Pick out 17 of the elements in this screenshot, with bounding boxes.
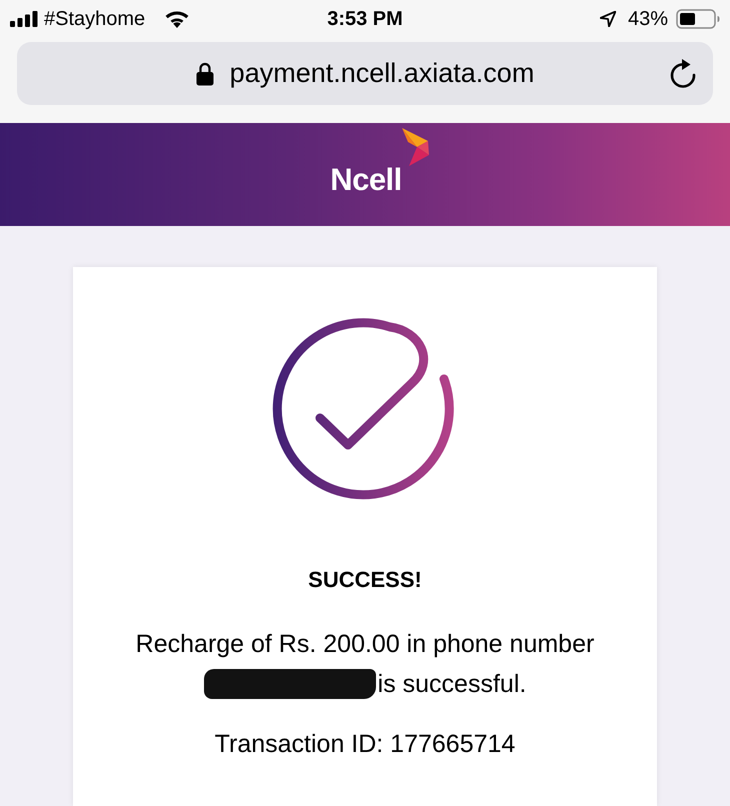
url-text: payment.ncell.axiata.com xyxy=(230,58,534,89)
logo-text: Ncell xyxy=(330,162,402,198)
recharge-message: Recharge of Rs. 200.00 in phone number xyxy=(136,629,594,660)
success-title: SUCCESS! xyxy=(308,567,422,593)
signal-icon xyxy=(10,11,38,27)
address-bar[interactable]: payment.ncell.axiata.com xyxy=(17,42,713,105)
battery-icon xyxy=(676,9,720,29)
carrier-name: #Stayhome xyxy=(44,8,146,30)
lock-icon xyxy=(196,62,214,86)
wifi-icon xyxy=(165,10,190,28)
logo-mark-icon xyxy=(400,128,430,168)
reload-icon xyxy=(669,58,697,88)
clock-time: 3:53 PM xyxy=(327,8,403,30)
location-arrow-icon xyxy=(600,11,616,27)
transaction-id: Transaction ID: 177665714 xyxy=(214,729,516,760)
recharge-message-end: is successful. xyxy=(378,669,526,700)
battery-percentage: 43% xyxy=(628,8,668,30)
